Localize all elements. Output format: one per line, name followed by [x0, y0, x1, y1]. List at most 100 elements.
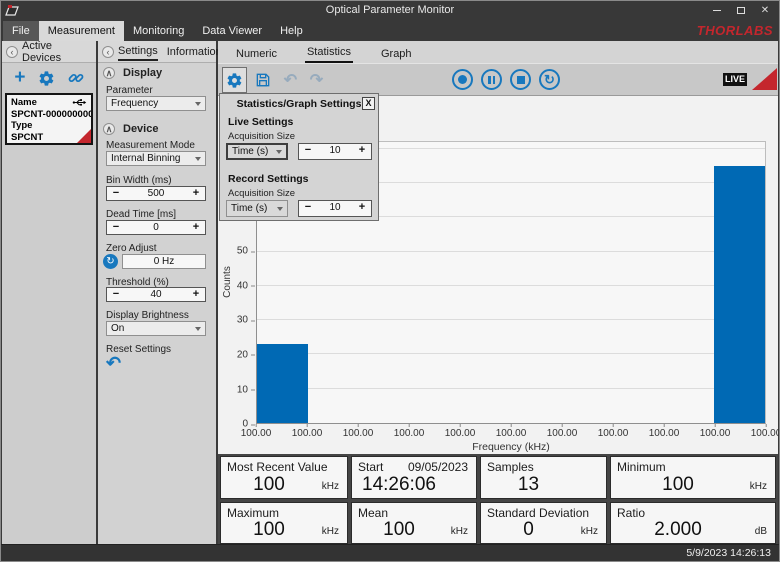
minimize-button[interactable]	[705, 1, 729, 19]
live-size-increment-button[interactable]: +	[353, 144, 371, 159]
menu-data-viewer[interactable]: Data Viewer	[193, 21, 271, 41]
stat-cell-standard-deviation: Standard Deviation 0 kHz	[480, 502, 607, 545]
menu-measurement[interactable]: Measurement	[39, 21, 124, 41]
record-size-value[interactable]: 10	[317, 201, 353, 216]
y-tick-label: 20	[237, 349, 248, 360]
live-size-decrement-button[interactable]: −	[299, 144, 317, 159]
measurement-mode-label: Measurement Mode	[106, 140, 195, 151]
loop-icon: ↻	[544, 73, 555, 86]
dead-time-decrement-button[interactable]: −	[107, 221, 125, 234]
device-section-header[interactable]: ∧ Device	[103, 123, 158, 135]
collapse-display-icon[interactable]: ∧	[103, 67, 115, 79]
collapse-settings-icon[interactable]: ‹	[102, 46, 114, 58]
bin-width-increment-button[interactable]: +	[187, 187, 205, 200]
stat-cell-mean: Mean 100 kHz	[351, 502, 477, 545]
corner-marker	[752, 68, 777, 90]
stat-cell-most-recent-value: Most Recent Value 100 kHz	[220, 456, 348, 499]
threshold-value[interactable]: 40	[125, 288, 187, 301]
active-devices-panel: ‹ Active Devices + Name SPCNT-0000000001…	[2, 41, 96, 544]
stat-cell-maximum: Maximum 100 kHz	[220, 502, 348, 545]
link-icon	[68, 70, 84, 86]
device-settings-button[interactable]	[38, 70, 55, 87]
tab-settings[interactable]: Settings	[118, 43, 158, 61]
tab-information[interactable]: Information	[167, 44, 222, 60]
chevron-down-icon	[276, 150, 282, 154]
record-acquisition-size-label: Acquisition Size	[228, 188, 295, 199]
redo-button[interactable]: ↷	[304, 67, 329, 93]
status-datetime: 5/9/2023 14:26:13	[686, 547, 771, 559]
add-device-button[interactable]: +	[14, 68, 25, 88]
status-bar: 5/9/2023 14:26:13	[1, 544, 779, 561]
loop-button[interactable]: ↻	[539, 69, 560, 90]
thorlabs-logo: THORLABS	[697, 23, 773, 38]
x-tick-label: 100.00	[496, 428, 527, 439]
x-tick-label: 100.00	[241, 428, 272, 439]
live-settings-heading: Live Settings	[228, 116, 293, 128]
display-section-header[interactable]: ∧ Display	[103, 67, 162, 79]
stop-button[interactable]	[510, 69, 531, 90]
bin-width-decrement-button[interactable]: −	[107, 187, 125, 200]
threshold-decrement-button[interactable]: −	[107, 288, 125, 301]
menu-help[interactable]: Help	[271, 21, 312, 41]
tab-graph[interactable]: Graph	[379, 45, 414, 63]
zero-adjust-value[interactable]: 0 Hz	[122, 254, 206, 269]
x-tick-label: 100.00	[394, 428, 425, 439]
collapse-device-icon[interactable]: ∧	[103, 123, 115, 135]
menu-monitoring[interactable]: Monitoring	[124, 21, 193, 41]
undo-button[interactable]: ↶	[278, 67, 303, 93]
live-acquisition-unit-dropdown[interactable]: Time (s)	[226, 143, 288, 160]
live-acquisition-size-stepper: −10+	[298, 143, 372, 160]
measurement-mode-dropdown[interactable]: Internal Binning	[106, 151, 206, 166]
save-button[interactable]	[250, 67, 275, 93]
y-tick-label: 30	[237, 315, 248, 326]
x-tick-label: 100.00	[547, 428, 578, 439]
bin-width-value[interactable]: 500	[125, 187, 187, 200]
stat-cell-ratio: Ratio 2.000 dB	[610, 502, 776, 545]
window-title: Optical Parameter Monitor	[1, 4, 779, 16]
live-size-value[interactable]: 10	[317, 144, 353, 159]
device-type-label: Type	[11, 120, 87, 132]
display-brightness-dropdown[interactable]: On	[106, 321, 206, 336]
chevron-down-icon	[195, 327, 201, 331]
threshold-increment-button[interactable]: +	[187, 288, 205, 301]
y-tick-label: 40	[237, 280, 248, 291]
parameter-dropdown[interactable]: Frequency	[106, 96, 206, 111]
dead-time-increment-button[interactable]: +	[187, 221, 205, 234]
stat-cell-minimum: Minimum 100 kHz	[610, 456, 776, 499]
title-bar: Optical Parameter Monitor ✕	[1, 1, 779, 21]
settings-header: ‹ Settings Information	[98, 41, 216, 63]
stat-cell-samples: Samples 13	[480, 456, 607, 499]
record-settings-heading: Record Settings	[228, 173, 309, 185]
save-icon	[255, 72, 271, 88]
record-button[interactable]	[452, 69, 473, 90]
y-tick-label: 10	[237, 384, 248, 395]
x-tick-label: 100.00	[751, 428, 780, 439]
record-size-decrement-button[interactable]: −	[299, 201, 317, 216]
dead-time-value[interactable]: 0	[125, 221, 187, 234]
toolbar: ↶ ↷ ↻ LIVE	[218, 63, 778, 96]
chevron-down-icon	[195, 157, 201, 161]
threshold-stepper: −40+	[106, 287, 206, 302]
record-acquisition-size-stepper: −10+	[298, 200, 372, 217]
graph-settings-button[interactable]	[222, 67, 247, 93]
statistics-table: Most Recent Value 100 kHz Start 09/05/20…	[218, 454, 778, 546]
device-card[interactable]: Name SPCNT-0000000001 Type SPCNT	[5, 93, 93, 145]
connect-device-button[interactable]	[68, 70, 84, 86]
x-axis-ticks: 100.00100.00100.00100.00100.00100.00100.…	[256, 426, 766, 438]
collapse-panel-icon[interactable]: ‹	[6, 46, 18, 58]
pause-button[interactable]	[481, 69, 502, 90]
menu-bar: File Measurement Monitoring Data Viewer …	[1, 21, 779, 41]
maximize-button[interactable]	[729, 1, 753, 19]
zero-adjust-button[interactable]: ↻	[103, 254, 118, 269]
popup-close-button[interactable]: X	[362, 97, 375, 110]
close-button[interactable]: ✕	[753, 1, 777, 19]
record-size-increment-button[interactable]: +	[353, 201, 371, 216]
menu-file[interactable]: File	[3, 21, 39, 41]
reset-settings-button[interactable]: ↶	[106, 354, 121, 372]
statistics-graph-settings-popup: Statistics/Graph Settings X Live Setting…	[219, 93, 379, 221]
record-acquisition-unit-dropdown[interactable]: Time (s)	[226, 200, 288, 217]
tab-statistics[interactable]: Statistics	[305, 43, 353, 63]
device-selected-marker	[77, 129, 91, 143]
tab-numeric[interactable]: Numeric	[234, 45, 279, 63]
app-window: Optical Parameter Monitor ✕ File Measure…	[0, 0, 780, 562]
